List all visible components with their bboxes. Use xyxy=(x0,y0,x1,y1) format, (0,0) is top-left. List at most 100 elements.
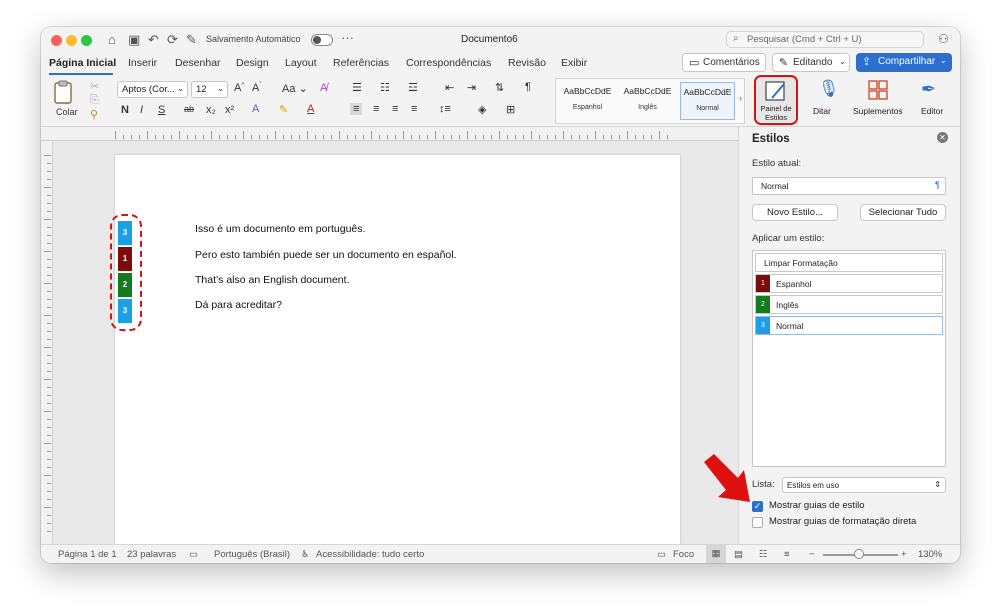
addins-icon[interactable] xyxy=(867,79,889,101)
zoom-slider-handle[interactable] xyxy=(854,549,864,559)
zoom-window-button[interactable] xyxy=(81,35,92,46)
save-icon[interactable]: ▣ xyxy=(128,32,140,48)
list-item-espanhol[interactable]: 1 Espanhol xyxy=(755,274,943,293)
tab-referencias[interactable]: Referências xyxy=(333,57,389,69)
paragraph-4[interactable]: Dá para acreditar? xyxy=(195,299,282,311)
text-effects-icon[interactable]: A xyxy=(252,103,259,115)
style-card-espanhol[interactable]: AaBbCcDdE Espanhol xyxy=(560,82,615,120)
grow-font-icon[interactable]: A^ xyxy=(234,82,244,94)
subscript-button[interactable]: x₂ xyxy=(206,104,216,116)
search-input[interactable]: ⌕ Pesquisar (Cmd + Ctrl + U) xyxy=(726,31,924,48)
clear-format-icon[interactable]: A̸ xyxy=(320,82,327,94)
sort-icon[interactable]: ⇅ xyxy=(495,81,504,94)
vertical-ruler[interactable] xyxy=(41,141,53,544)
redo-icon[interactable]: ⟳ xyxy=(167,32,178,48)
style-card-ingles[interactable]: AaBbCcDdE Inglês xyxy=(620,82,675,120)
minimize-window-button[interactable] xyxy=(66,35,77,46)
share-button[interactable]: ⇪ Compartilhar ⌄ xyxy=(856,53,952,72)
undo-icon[interactable]: ↶ xyxy=(148,32,159,48)
tab-design[interactable]: Design xyxy=(236,57,269,69)
microphone-icon[interactable]: 🎙 xyxy=(818,79,840,99)
justify-icon[interactable]: ≡ xyxy=(411,103,417,115)
shading-icon[interactable]: ◈ xyxy=(478,103,486,116)
decrease-indent-icon[interactable]: ⇤ xyxy=(445,81,454,94)
tab-correspondencias[interactable]: Correspondências xyxy=(406,57,491,69)
editing-mode-button[interactable]: ✎ Editando ⌄ xyxy=(772,53,850,72)
paragraph-3[interactable]: That’s also an English document. xyxy=(195,274,349,286)
focus-label[interactable]: Foco xyxy=(673,549,694,560)
editor-icon[interactable]: ✒ xyxy=(921,79,936,100)
style-sample: AaBbCcDdE xyxy=(623,86,672,96)
format-painter-icon[interactable]: ⚲ xyxy=(90,108,98,121)
show-direct-guides-checkbox[interactable] xyxy=(752,517,763,528)
borders-icon[interactable]: ⊞ xyxy=(506,103,515,116)
proofing-icon[interactable]: ▭ xyxy=(189,549,198,560)
new-style-button[interactable]: Novo Estilo... xyxy=(752,204,838,221)
print-layout-icon[interactable]: ▦ xyxy=(706,545,726,563)
close-window-button[interactable] xyxy=(51,35,62,46)
tab-inserir[interactable]: Inserir xyxy=(128,57,157,69)
ruler-tick xyxy=(47,395,51,396)
select-all-button[interactable]: Selecionar Tudo xyxy=(860,204,946,221)
tab-pagina-inicial[interactable]: Página Inicial xyxy=(49,57,116,69)
current-style-field[interactable]: Normal ¶ xyxy=(752,177,946,195)
highlight-icon[interactable]: ✎ xyxy=(279,103,288,116)
pilcrow-icon[interactable]: ¶ xyxy=(525,81,531,93)
align-center-icon[interactable]: ≡ xyxy=(373,103,379,115)
list-item-normal[interactable]: 3 Normal xyxy=(755,316,943,335)
zoom-level[interactable]: 130% xyxy=(918,549,942,560)
tab-desenhar[interactable]: Desenhar xyxy=(175,57,221,69)
document-page[interactable]: Isso é um documento em português. Pero e… xyxy=(115,155,680,544)
list-item-clear-formatting[interactable]: Limpar Formatação xyxy=(755,253,943,272)
shrink-font-icon[interactable]: Aˇ xyxy=(252,82,261,94)
superscript-button[interactable]: x² xyxy=(225,104,234,116)
paragraph-2[interactable]: Pero esto también puede ser un documento… xyxy=(195,249,457,261)
underline-button[interactable]: S xyxy=(158,104,165,116)
horizontal-ruler[interactable] xyxy=(41,127,738,141)
align-left-icon[interactable]: ≡ xyxy=(350,103,363,115)
pen-icon[interactable]: ✎ xyxy=(186,32,197,48)
home-icon[interactable]: ⌂ xyxy=(108,32,116,48)
share-person-icon[interactable]: ⚇ xyxy=(938,32,949,46)
web-layout-icon[interactable]: ▤ xyxy=(734,549,743,560)
cut-icon[interactable]: ✂ xyxy=(90,80,99,93)
draft-view-icon[interactable]: ≡ xyxy=(784,549,790,560)
font-size-select[interactable]: 12 ⌄ xyxy=(191,81,228,98)
word-count[interactable]: 23 palavras xyxy=(127,549,176,560)
font-name-select[interactable]: Aptos (Cor... ⌄ xyxy=(117,81,188,98)
focus-icon[interactable]: ▭ xyxy=(657,549,666,560)
accessibility-status[interactable]: Acessibilidade: tudo certo xyxy=(316,549,424,560)
style-pane-button[interactable]: Painel de Estilos xyxy=(754,75,798,125)
copy-icon[interactable]: ⎘ xyxy=(90,94,99,107)
accessibility-icon[interactable]: ♿ xyxy=(301,549,310,560)
tab-revisao[interactable]: Revisão xyxy=(508,57,546,69)
tab-exibir[interactable]: Exibir xyxy=(561,57,587,69)
numbering-icon[interactable]: ☷ xyxy=(380,81,390,94)
tab-layout[interactable]: Layout xyxy=(285,57,317,69)
gallery-more-icon[interactable]: › xyxy=(739,93,742,103)
list-item-ingles[interactable]: 2 Inglês xyxy=(755,295,943,314)
strikethrough-button[interactable]: ab xyxy=(184,104,194,114)
multilevel-list-icon[interactable]: ☲ xyxy=(408,81,418,94)
font-color-icon[interactable]: A xyxy=(307,103,314,115)
italic-button[interactable]: I xyxy=(140,104,143,116)
bullets-icon[interactable]: ☰ xyxy=(352,81,362,94)
increase-indent-icon[interactable]: ⇥ xyxy=(467,81,476,94)
list-filter-select[interactable]: Estilos em uso ⇕ xyxy=(782,477,946,493)
comments-button[interactable]: ▭ Comentários xyxy=(682,53,766,72)
change-case-icon[interactable]: Aa ⌄ xyxy=(282,82,308,95)
bold-button[interactable]: N xyxy=(121,104,129,116)
page-count[interactable]: Página 1 de 1 xyxy=(58,549,117,560)
zoom-out-icon[interactable]: − xyxy=(809,549,815,560)
autosave-toggle[interactable] xyxy=(311,34,333,46)
more-icon[interactable]: ··· xyxy=(341,30,354,46)
line-spacing-icon[interactable]: ↕≡ xyxy=(439,103,451,115)
close-icon[interactable]: ✕ xyxy=(937,132,948,143)
align-right-icon[interactable]: ≡ xyxy=(392,103,398,115)
outline-view-icon[interactable]: ☷ xyxy=(759,549,768,560)
zoom-in-icon[interactable]: + xyxy=(901,549,907,560)
style-card-normal[interactable]: AaBbCcDdE Normal xyxy=(680,82,735,120)
paste-icon[interactable] xyxy=(53,79,75,105)
language-status[interactable]: Português (Brasil) xyxy=(214,549,290,560)
paragraph-1[interactable]: Isso é um documento em português. xyxy=(195,223,365,235)
